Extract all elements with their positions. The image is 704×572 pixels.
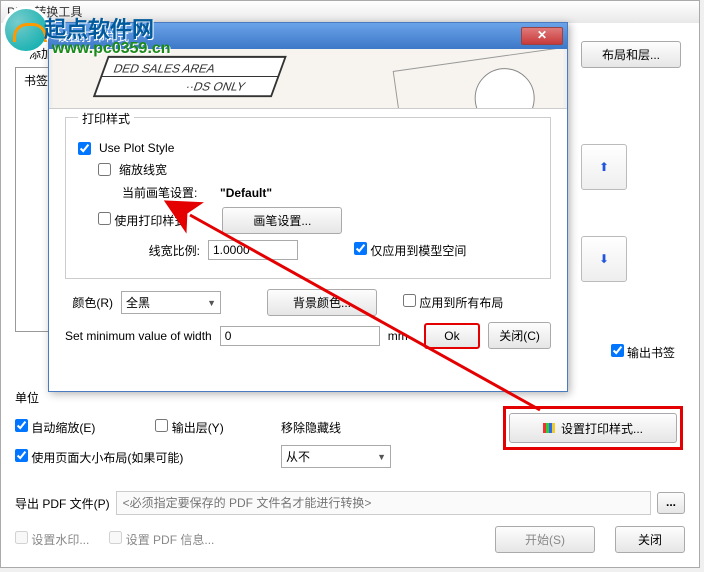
bg-color-button[interactable]: 背景颜色... [267, 289, 377, 316]
apply-model-only-checkbox[interactable]: 仅应用到模型空间 [354, 242, 466, 259]
print-style-dialog: 设置打印样式 ✕ DED SALES AREA ··DS ONLY 打印样式 U… [48, 22, 568, 392]
lineweight-ratio-label: 线宽比例: [122, 242, 200, 259]
move-up-button[interactable]: ⬆ [581, 144, 627, 190]
dialog-close-c-button[interactable]: 关闭(C) [488, 322, 551, 349]
main-titlebar: PDF 转换工具 [1, 1, 699, 23]
browse-button[interactable]: ... [657, 492, 685, 514]
close-icon: ✕ [537, 28, 547, 42]
dialog-titlebar: 设置打印样式 ✕ [49, 23, 567, 49]
current-pen-label: 当前画笔设置: [122, 184, 197, 201]
auto-scale-checkbox[interactable]: 自动缩放(E) [15, 419, 95, 436]
rainbow-icon [543, 421, 557, 435]
svg-text:··DS ONLY: ··DS ONLY [184, 80, 248, 94]
remove-hidden-select[interactable]: 从不▼ [281, 445, 391, 468]
pen-settings-button[interactable]: 画笔设置... [222, 207, 342, 234]
use-print-style-checkbox[interactable]: 使用打印样式 [98, 212, 186, 229]
mm-label: mm [388, 329, 408, 343]
svg-text:DED SALES AREA: DED SALES AREA [112, 62, 219, 76]
use-plot-style-checkbox[interactable]: Use Plot Style [78, 141, 538, 155]
output-bookmark-checkbox[interactable]: 输出书签 [611, 344, 675, 361]
groupbox-legend: 打印样式 [78, 110, 134, 127]
arrow-up-icon: ⬆ [599, 160, 609, 174]
color-label: 颜色(R) [65, 294, 113, 311]
chevron-down-icon: ▼ [377, 452, 386, 462]
output-layer-checkbox[interactable]: 输出层(Y) [155, 419, 223, 436]
current-pen-value: "Default" [220, 186, 272, 200]
layout-layers-button[interactable]: 布局和层... [581, 41, 681, 68]
export-path-input[interactable] [116, 491, 651, 515]
ok-button[interactable]: Ok [424, 323, 480, 349]
lineweight-ratio-input[interactable] [208, 240, 298, 260]
move-down-button[interactable]: ⬇ [581, 236, 627, 282]
min-width-label: Set minimum value of width [65, 329, 212, 343]
set-print-style-button[interactable]: 设置打印样式... [509, 413, 677, 443]
apply-all-layouts-checkbox[interactable]: 应用到所有布局 [403, 294, 503, 311]
scale-lineweight-checkbox[interactable]: 缩放线宽 [98, 161, 538, 178]
chevron-down-icon: ▼ [207, 298, 216, 308]
start-button[interactable]: 开始(S) [495, 526, 595, 553]
unit-label: 单位 [15, 389, 39, 406]
remove-hidden-label: 移除隐藏线 [281, 419, 341, 436]
use-page-size-checkbox[interactable]: 使用页面大小布局(如果可能) [15, 449, 183, 466]
set-watermark-checkbox[interactable]: 设置水印... [15, 531, 89, 548]
highlight-box: 设置打印样式... [503, 406, 683, 450]
print-style-groupbox: 打印样式 Use Plot Style 缩放线宽 当前画笔设置: "Defaul… [65, 117, 551, 279]
dialog-banner: DED SALES AREA ··DS ONLY [49, 49, 567, 109]
set-pdf-info-checkbox[interactable]: 设置 PDF 信息... [109, 531, 214, 548]
close-button[interactable]: 关闭 [615, 526, 685, 553]
color-select[interactable]: 全黑▼ [121, 291, 221, 314]
dialog-close-button[interactable]: ✕ [521, 27, 563, 45]
dialog-title: 设置打印样式 [57, 28, 521, 45]
min-width-input[interactable] [220, 326, 380, 346]
main-title: PDF 转换工具 [7, 5, 82, 19]
export-label: 导出 PDF 文件(P) [15, 495, 110, 512]
arrow-down-icon: ⬇ [599, 252, 609, 266]
